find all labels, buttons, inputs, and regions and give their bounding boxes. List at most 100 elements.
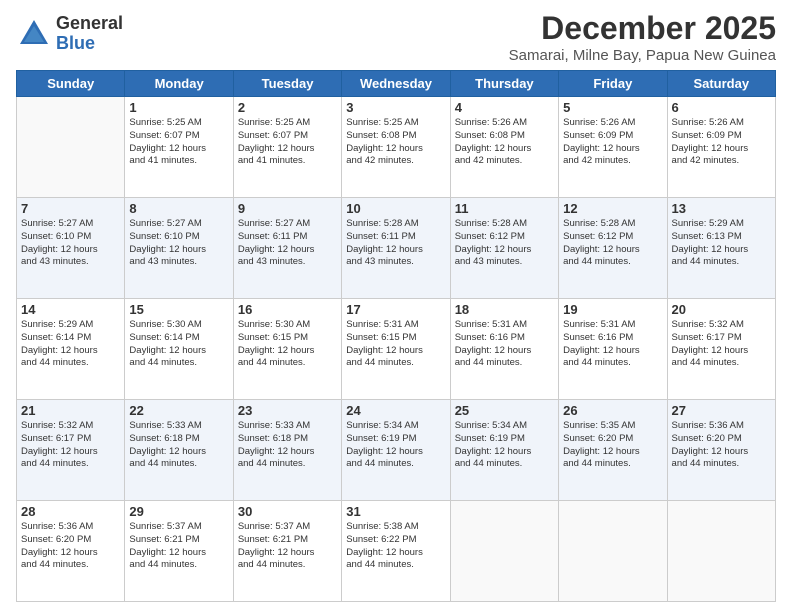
day-number: 6 (672, 100, 771, 115)
day-info: Sunrise: 5:26 AMSunset: 6:08 PMDaylight:… (455, 117, 554, 168)
day-number: 28 (21, 504, 120, 519)
calendar-cell: 27Sunrise: 5:36 AMSunset: 6:20 PMDayligh… (667, 400, 775, 501)
calendar-cell: 4 Sunrise: 5:26 AMSunset: 6:08 PMDaylight… (450, 97, 558, 198)
day-number: 22 (129, 403, 228, 418)
day-info: Sunrise: 5:35 AMSunset: 6:20 PMDaylight:… (563, 420, 662, 471)
day-number: 7 (21, 201, 120, 216)
day-number: 30 (238, 504, 337, 519)
day-number: 24 (346, 403, 445, 418)
calendar-cell: 10 Sunrise: 5:28 AMSunset: 6:11 PMDayligh… (342, 198, 450, 299)
day-number: 23 (238, 403, 337, 418)
day-info: Sunrise: 5:27 AMSunset: 6:10 PMDaylight:… (129, 218, 228, 269)
day-info: Sunrise: 5:27 AMSunset: 6:11 PMDaylight:… (238, 218, 337, 269)
calendar-cell: 2 Sunrise: 5:25 AMSunset: 6:07 PMDaylight… (233, 97, 341, 198)
day-info: Sunrise: 5:34 AMSunset: 6:19 PMDaylight:… (346, 420, 445, 471)
calendar-header-row: SundayMondayTuesdayWednesdayThursdayFrid… (17, 71, 776, 97)
day-info: Sunrise: 5:25 AMSunset: 6:07 PMDaylight:… (238, 117, 337, 168)
calendar-cell: 21 Sunrise: 5:32 AMSunset: 6:17 PMDayligh… (17, 400, 125, 501)
day-info: Sunrise: 5:31 AMSunset: 6:15 PMDaylight:… (346, 319, 445, 370)
calendar-cell: 5 Sunrise: 5:26 AMSunset: 6:09 PMDaylight… (559, 97, 667, 198)
calendar-cell: 26 Sunrise: 5:35 AMSunset: 6:20 PMDayligh… (559, 400, 667, 501)
day-number: 27 (672, 403, 771, 418)
calendar-cell: 13 Sunrise: 5:29 AMSunset: 6:13 PMDayligh… (667, 198, 775, 299)
calendar-week-2: 14 Sunrise: 5:29 AMSunset: 6:14 PMDayligh… (17, 299, 776, 400)
day-info: Sunrise: 5:32 AMSunset: 6:17 PMDaylight:… (21, 420, 120, 471)
logo-icon (16, 16, 52, 52)
day-info: Sunrise: 5:25 AMSunset: 6:08 PMDaylight:… (346, 117, 445, 168)
calendar-header-friday: Friday (559, 71, 667, 97)
day-info: Sunrise: 5:37 AMSunset: 6:21 PMDaylight:… (129, 521, 228, 572)
day-info: Sunrise: 5:27 AMSunset: 6:10 PMDaylight:… (21, 218, 120, 269)
day-number: 26 (563, 403, 662, 418)
day-number: 5 (563, 100, 662, 115)
logo-blue: Blue (56, 34, 123, 54)
calendar-week-3: 21 Sunrise: 5:32 AMSunset: 6:17 PMDayligh… (17, 400, 776, 501)
day-info: Sunrise: 5:38 AMSunset: 6:22 PMDaylight:… (346, 521, 445, 572)
day-number: 15 (129, 302, 228, 317)
calendar-header-thursday: Thursday (450, 71, 558, 97)
day-info: Sunrise: 5:32 AMSunset: 6:17 PMDaylight:… (672, 319, 771, 370)
day-info: Sunrise: 5:31 AMSunset: 6:16 PMDaylight:… (563, 319, 662, 370)
day-number: 1 (129, 100, 228, 115)
header: General Blue December 2025 Samarai, Miln… (16, 10, 776, 64)
day-info: Sunrise: 5:31 AMSunset: 6:16 PMDaylight:… (455, 319, 554, 370)
day-number: 13 (672, 201, 771, 216)
day-number: 10 (346, 201, 445, 216)
subtitle: Samarai, Milne Bay, Papua New Guinea (509, 47, 776, 64)
calendar-cell: 6 Sunrise: 5:26 AMSunset: 6:09 PMDaylight… (667, 97, 775, 198)
calendar-header-saturday: Saturday (667, 71, 775, 97)
calendar-cell: 1 Sunrise: 5:25 AMSunset: 6:07 PMDaylight… (125, 97, 233, 198)
day-info: Sunrise: 5:29 AMSunset: 6:14 PMDaylight:… (21, 319, 120, 370)
calendar-cell: 24 Sunrise: 5:34 AMSunset: 6:19 PMDayligh… (342, 400, 450, 501)
calendar-cell: 25Sunrise: 5:34 AMSunset: 6:19 PMDayligh… (450, 400, 558, 501)
day-info: Sunrise: 5:28 AMSunset: 6:12 PMDaylight:… (563, 218, 662, 269)
day-number: 8 (129, 201, 228, 216)
day-info: Sunrise: 5:26 AMSunset: 6:09 PMDaylight:… (563, 117, 662, 168)
day-number: 17 (346, 302, 445, 317)
day-info: Sunrise: 5:28 AMSunset: 6:12 PMDaylight:… (455, 218, 554, 269)
calendar-cell: 7 Sunrise: 5:27 AMSunset: 6:10 PMDaylight… (17, 198, 125, 299)
day-number: 21 (21, 403, 120, 418)
day-number: 2 (238, 100, 337, 115)
calendar-cell: 17 Sunrise: 5:31 AMSunset: 6:15 PMDayligh… (342, 299, 450, 400)
day-number: 18 (455, 302, 554, 317)
calendar-cell (450, 501, 558, 602)
calendar-cell (17, 97, 125, 198)
day-info: Sunrise: 5:33 AMSunset: 6:18 PMDaylight:… (238, 420, 337, 471)
calendar-table: SundayMondayTuesdayWednesdayThursdayFrid… (16, 70, 776, 602)
logo: General Blue (16, 14, 123, 54)
day-number: 3 (346, 100, 445, 115)
calendar-cell: 29 Sunrise: 5:37 AMSunset: 6:21 PMDayligh… (125, 501, 233, 602)
logo-general: General (56, 14, 123, 34)
calendar-cell: 30Sunrise: 5:37 AMSunset: 6:21 PMDayligh… (233, 501, 341, 602)
calendar-cell: 20 Sunrise: 5:32 AMSunset: 6:17 PMDayligh… (667, 299, 775, 400)
day-number: 20 (672, 302, 771, 317)
day-number: 14 (21, 302, 120, 317)
calendar-week-0: 1 Sunrise: 5:25 AMSunset: 6:07 PMDaylight… (17, 97, 776, 198)
calendar-cell: 11Sunrise: 5:28 AMSunset: 6:12 PMDayligh… (450, 198, 558, 299)
day-info: Sunrise: 5:25 AMSunset: 6:07 PMDaylight:… (129, 117, 228, 168)
day-info: Sunrise: 5:30 AMSunset: 6:15 PMDaylight:… (238, 319, 337, 370)
calendar-header-tuesday: Tuesday (233, 71, 341, 97)
day-info: Sunrise: 5:36 AMSunset: 6:20 PMDaylight:… (21, 521, 120, 572)
calendar-cell: 22 Sunrise: 5:33 AMSunset: 6:18 PMDayligh… (125, 400, 233, 501)
day-info: Sunrise: 5:33 AMSunset: 6:18 PMDaylight:… (129, 420, 228, 471)
calendar-header-sunday: Sunday (17, 71, 125, 97)
calendar-cell (667, 501, 775, 602)
calendar-header-wednesday: Wednesday (342, 71, 450, 97)
day-info: Sunrise: 5:30 AMSunset: 6:14 PMDaylight:… (129, 319, 228, 370)
calendar-cell: 28 Sunrise: 5:36 AMSunset: 6:20 PMDayligh… (17, 501, 125, 602)
day-info: Sunrise: 5:26 AMSunset: 6:09 PMDaylight:… (672, 117, 771, 168)
calendar-week-4: 28 Sunrise: 5:36 AMSunset: 6:20 PMDayligh… (17, 501, 776, 602)
calendar-header-monday: Monday (125, 71, 233, 97)
day-info: Sunrise: 5:29 AMSunset: 6:13 PMDaylight:… (672, 218, 771, 269)
calendar-cell: 9Sunrise: 5:27 AMSunset: 6:11 PMDaylight… (233, 198, 341, 299)
calendar-cell: 19Sunrise: 5:31 AMSunset: 6:16 PMDayligh… (559, 299, 667, 400)
title-area: December 2025 Samarai, Milne Bay, Papua … (509, 10, 776, 64)
calendar-cell: 12Sunrise: 5:28 AMSunset: 6:12 PMDayligh… (559, 198, 667, 299)
day-number: 29 (129, 504, 228, 519)
calendar-cell: 31Sunrise: 5:38 AMSunset: 6:22 PMDayligh… (342, 501, 450, 602)
calendar-cell (559, 501, 667, 602)
day-number: 4 (455, 100, 554, 115)
day-info: Sunrise: 5:28 AMSunset: 6:11 PMDaylight:… (346, 218, 445, 269)
